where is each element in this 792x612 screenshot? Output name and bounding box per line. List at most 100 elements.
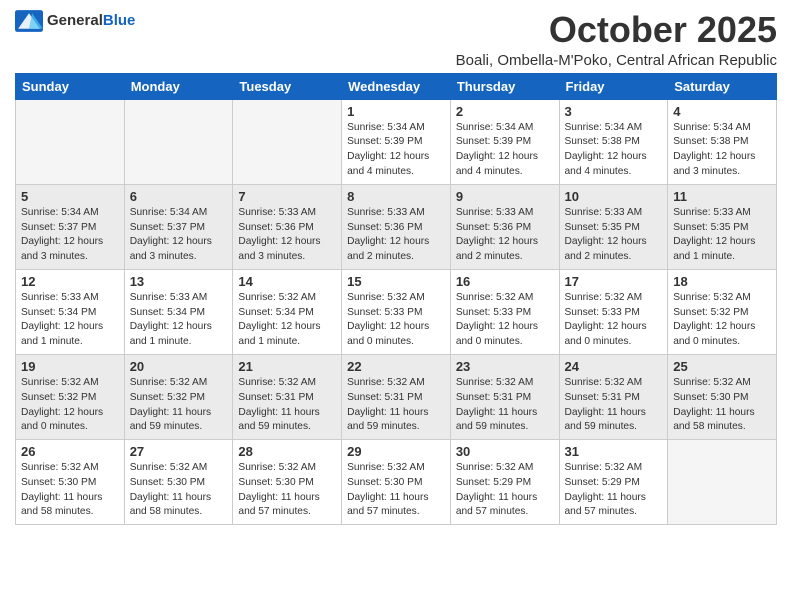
cal-cell-4-3: 29Sunrise: 5:32 AMSunset: 5:30 PMDayligh… [342, 440, 451, 525]
cell-text: Sunrise: 5:32 AMSunset: 5:30 PMDaylight:… [673, 376, 771, 435]
cal-cell-3-0: 19 Sunrise: 5:32 AMSunset: 5:32 PMDayligh… [16, 354, 125, 439]
cell-text: Sunrise: 5:33 AMSunset: 5:36 PMDaylight:… [456, 206, 554, 265]
day-number: 31 [565, 444, 663, 459]
cal-cell-1-1: 6Sunrise: 5:34 AMSunset: 5:37 PMDaylight… [124, 184, 233, 269]
header-row: Sunday Monday Tuesday Wednesday Thursday… [16, 73, 777, 99]
calendar-body: 1 Sunrise: 5:34 AMSunset: 5:39 PMDaylight… [16, 99, 777, 525]
cell-text: Sunrise: 5:34 AMSunset: 5:39 PMDaylight:… [347, 121, 445, 180]
cal-cell-1-6: 11 Sunrise: 5:33 AMSunset: 5:35 PMDayligh… [668, 184, 777, 269]
cal-cell-2-3: 15 Sunrise: 5:32 AMSunset: 5:33 PMDayligh… [342, 269, 451, 354]
header: GeneralBlue October 2025 Boali, Ombella-… [15, 10, 777, 69]
logo-icon [15, 10, 43, 32]
cell-text: Sunrise: 5:32 AMSunset: 5:33 PMDaylight:… [565, 291, 663, 350]
day-number: 26 [21, 444, 119, 459]
cell-text: Sunrise: 5:33 AMSunset: 5:36 PMDaylight:… [238, 206, 336, 265]
cal-cell-1-0: 5 Sunrise: 5:34 AMSunset: 5:37 PMDaylight… [16, 184, 125, 269]
day-number: 4 [673, 104, 771, 119]
cell-text: Sunrise: 5:34 AMSunset: 5:37 PMDaylight:… [130, 206, 228, 265]
cal-cell-4-0: 26 Sunrise: 5:32 AMSunset: 5:30 PMDayligh… [16, 440, 125, 525]
day-number: 5 [21, 189, 119, 204]
week-row-4: 26 Sunrise: 5:32 AMSunset: 5:30 PMDayligh… [16, 440, 777, 525]
cal-cell-1-3: 8 Sunrise: 5:33 AMSunset: 5:36 PMDaylight… [342, 184, 451, 269]
day-number: 8 [347, 189, 445, 204]
day-number: 16 [456, 274, 554, 289]
day-number: 30 [456, 444, 554, 459]
cal-cell-4-5: 31 Sunrise: 5:32 AMSunset: 5:29 PMDayligh… [559, 440, 668, 525]
cal-cell-0-6: 4 Sunrise: 5:34 AMSunset: 5:38 PMDaylight… [668, 99, 777, 184]
cell-text: Sunrise: 5:34 AMSunset: 5:38 PMDaylight:… [673, 121, 771, 180]
cal-cell-2-4: 16 Sunrise: 5:32 AMSunset: 5:33 PMDayligh… [450, 269, 559, 354]
cell-text: Sunrise: 5:33 AMSunset: 5:35 PMDaylight:… [565, 206, 663, 265]
day-number: 3 [565, 104, 663, 119]
header-wednesday: Wednesday [342, 73, 451, 99]
cell-text: Sunrise: 5:32 AMSunset: 5:33 PMDaylight:… [347, 291, 445, 350]
day-number: 15 [347, 274, 445, 289]
cal-cell-2-6: 18Sunrise: 5:32 AMSunset: 5:32 PMDayligh… [668, 269, 777, 354]
day-number: 14 [238, 274, 336, 289]
day-number: 2 [456, 104, 554, 119]
week-row-0: 1 Sunrise: 5:34 AMSunset: 5:39 PMDaylight… [16, 99, 777, 184]
cell-text: Sunrise: 5:34 AMSunset: 5:38 PMDaylight:… [565, 121, 663, 180]
cal-cell-1-2: 7 Sunrise: 5:33 AMSunset: 5:36 PMDaylight… [233, 184, 342, 269]
cal-cell-0-4: 2Sunrise: 5:34 AMSunset: 5:39 PMDaylight… [450, 99, 559, 184]
cell-text: Sunrise: 5:32 AMSunset: 5:32 PMDaylight:… [130, 376, 228, 435]
logo: GeneralBlue [15, 10, 135, 32]
cell-text: Sunrise: 5:33 AMSunset: 5:34 PMDaylight:… [130, 291, 228, 350]
cal-cell-0-5: 3 Sunrise: 5:34 AMSunset: 5:38 PMDaylight… [559, 99, 668, 184]
day-number: 21 [238, 359, 336, 374]
cell-text: Sunrise: 5:32 AMSunset: 5:29 PMDaylight:… [565, 461, 663, 520]
cell-text: Sunrise: 5:32 AMSunset: 5:30 PMDaylight:… [21, 461, 119, 520]
day-number: 19 [21, 359, 119, 374]
day-number: 22 [347, 359, 445, 374]
day-number: 13 [130, 274, 228, 289]
cell-text: Sunrise: 5:32 AMSunset: 5:31 PMDaylight:… [565, 376, 663, 435]
logo-general: GeneralBlue [47, 12, 135, 30]
cell-text: Sunrise: 5:32 AMSunset: 5:34 PMDaylight:… [238, 291, 336, 350]
day-number: 12 [21, 274, 119, 289]
cal-cell-2-2: 14 Sunrise: 5:32 AMSunset: 5:34 PMDayligh… [233, 269, 342, 354]
cal-cell-3-2: 21 Sunrise: 5:32 AMSunset: 5:31 PMDayligh… [233, 354, 342, 439]
day-number: 20 [130, 359, 228, 374]
day-number: 18 [673, 274, 771, 289]
cell-text: Sunrise: 5:34 AMSunset: 5:37 PMDaylight:… [21, 206, 119, 265]
header-friday: Friday [559, 73, 668, 99]
cell-text: Sunrise: 5:32 AMSunset: 5:31 PMDaylight:… [347, 376, 445, 435]
week-row-2: 12 Sunrise: 5:33 AMSunset: 5:34 PMDayligh… [16, 269, 777, 354]
calendar-subtitle: Boali, Ombella-M'Poko, Central African R… [456, 52, 777, 69]
cal-cell-3-5: 24Sunrise: 5:32 AMSunset: 5:31 PMDayligh… [559, 354, 668, 439]
cell-text: Sunrise: 5:32 AMSunset: 5:32 PMDaylight:… [21, 376, 119, 435]
day-number: 23 [456, 359, 554, 374]
cal-cell-4-4: 30 Sunrise: 5:32 AMSunset: 5:29 PMDayligh… [450, 440, 559, 525]
cal-cell-4-6 [668, 440, 777, 525]
day-number: 1 [347, 104, 445, 119]
day-number: 9 [456, 189, 554, 204]
cal-cell-2-0: 12 Sunrise: 5:33 AMSunset: 5:34 PMDayligh… [16, 269, 125, 354]
cell-text: Sunrise: 5:32 AMSunset: 5:30 PMDaylight:… [130, 461, 228, 520]
cell-text: Sunrise: 5:32 AMSunset: 5:30 PMDaylight:… [238, 461, 336, 520]
cell-text: Sunrise: 5:33 AMSunset: 5:36 PMDaylight:… [347, 206, 445, 265]
cal-cell-2-5: 17 Sunrise: 5:32 AMSunset: 5:33 PMDayligh… [559, 269, 668, 354]
cal-cell-1-4: 9 Sunrise: 5:33 AMSunset: 5:36 PMDaylight… [450, 184, 559, 269]
page: GeneralBlue October 2025 Boali, Ombella-… [0, 0, 792, 540]
header-sunday: Sunday [16, 73, 125, 99]
title-block: October 2025 Boali, Ombella-M'Poko, Cent… [456, 10, 777, 69]
cell-text: Sunrise: 5:33 AMSunset: 5:35 PMDaylight:… [673, 206, 771, 265]
header-saturday: Saturday [668, 73, 777, 99]
day-number: 17 [565, 274, 663, 289]
cal-cell-1-5: 10Sunrise: 5:33 AMSunset: 5:35 PMDayligh… [559, 184, 668, 269]
cal-cell-0-3: 1 Sunrise: 5:34 AMSunset: 5:39 PMDaylight… [342, 99, 451, 184]
cal-cell-3-4: 23Sunrise: 5:32 AMSunset: 5:31 PMDayligh… [450, 354, 559, 439]
cell-text: Sunrise: 5:32 AMSunset: 5:33 PMDaylight:… [456, 291, 554, 350]
calendar-title: October 2025 [456, 10, 777, 50]
cal-cell-3-6: 25 Sunrise: 5:32 AMSunset: 5:30 PMDayligh… [668, 354, 777, 439]
cal-cell-0-2 [233, 99, 342, 184]
day-number: 7 [238, 189, 336, 204]
cal-cell-2-1: 13 Sunrise: 5:33 AMSunset: 5:34 PMDayligh… [124, 269, 233, 354]
day-number: 11 [673, 189, 771, 204]
cell-text: Sunrise: 5:32 AMSunset: 5:29 PMDaylight:… [456, 461, 554, 520]
day-number: 25 [673, 359, 771, 374]
cell-text: Sunrise: 5:33 AMSunset: 5:34 PMDaylight:… [21, 291, 119, 350]
cal-cell-3-1: 20 Sunrise: 5:32 AMSunset: 5:32 PMDayligh… [124, 354, 233, 439]
cal-cell-0-0 [16, 99, 125, 184]
cell-text: Sunrise: 5:32 AMSunset: 5:31 PMDaylight:… [238, 376, 336, 435]
